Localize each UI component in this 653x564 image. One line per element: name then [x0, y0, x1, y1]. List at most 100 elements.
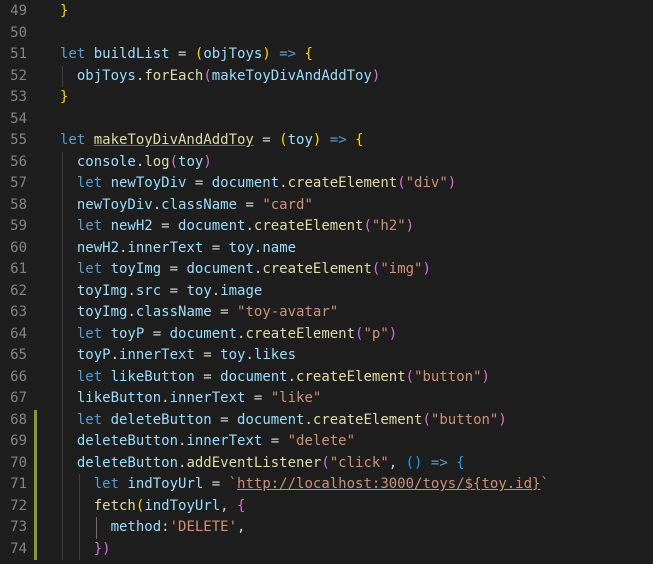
- code-token: likeButton: [110, 368, 195, 385]
- code-line[interactable]: 68 let deleteButton = document.createEle…: [0, 409, 653, 431]
- code-token: "click": [329, 454, 389, 471]
- line-number: 69: [10, 433, 27, 449]
- code-line[interactable]: 71 let indToyUrl = `http://localhost:300…: [0, 474, 653, 496]
- code-token: =: [211, 411, 238, 428]
- code-token: document: [237, 411, 305, 428]
- code-line[interactable]: 74 }): [0, 538, 653, 561]
- line-number: 54: [10, 110, 27, 127]
- code-token: toy: [178, 153, 204, 170]
- code-token: =: [194, 347, 221, 363]
- code-token: createElement: [262, 261, 372, 277]
- code-token: (: [363, 218, 372, 234]
- code-token: :: [161, 519, 170, 535]
- code-text: fetch(indToyUrl, {: [60, 496, 246, 518]
- code-line[interactable]: 62 toyImg.src = toy.image: [0, 281, 653, 303]
- code-token: (: [169, 153, 179, 170]
- code-token: forEach: [144, 67, 204, 84]
- line-number: 58: [10, 196, 27, 213]
- code-token: newToyDiv: [110, 175, 187, 191]
- code-line[interactable]: 73 method:'DELETE',: [0, 517, 653, 539]
- code-token: =: [194, 368, 221, 385]
- line-number: 68: [10, 411, 27, 428]
- code-line[interactable]: 53}: [0, 87, 653, 109]
- code-line[interactable]: 70 deleteButton.addEventListener("click"…: [0, 452, 653, 474]
- code-token: =: [152, 218, 179, 234]
- code-line[interactable]: 67 likeButton.innerText = "like": [0, 388, 653, 410]
- line-number: 62: [10, 282, 27, 299]
- code-line[interactable]: 50: [0, 23, 653, 45]
- code-line[interactable]: 65 toyP.innerText = toy.likes: [0, 345, 653, 367]
- line-number: 59: [10, 218, 27, 234]
- code-line[interactable]: 57 let newToyDiv = document.createElemen…: [0, 173, 653, 195]
- code-token: toy: [186, 282, 212, 299]
- git-modified-indicator: [34, 409, 37, 431]
- code-line[interactable]: 69 deleteButton.innerText = "delete": [0, 431, 653, 453]
- code-line[interactable]: 60 newH2.innerText = toy.name: [0, 238, 653, 260]
- code-token: createElement: [253, 218, 364, 234]
- code-text: toyP.innerText = toy.likes: [60, 345, 296, 367]
- code-line[interactable]: 59 let newH2 = document.createElement("h…: [0, 216, 653, 238]
- code-token: toy: [228, 239, 254, 256]
- code-token: (: [397, 175, 406, 191]
- code-token: document: [169, 325, 238, 342]
- code-token: name: [262, 239, 297, 256]
- code-line[interactable]: 54: [0, 109, 653, 131]
- code-line[interactable]: 58 newToyDiv.className = "card": [0, 195, 653, 217]
- code-line[interactable]: 51 let buildList = (objToys) => {: [0, 44, 653, 66]
- code-token: let: [76, 411, 111, 428]
- code-token: `: [228, 476, 238, 492]
- code-token: =: [161, 282, 187, 299]
- line-number: 56: [10, 153, 27, 170]
- code-token: objToys: [203, 46, 263, 62]
- code-token: innerText: [127, 239, 204, 256]
- code-token: (: [279, 132, 288, 148]
- line-number: 72: [10, 497, 27, 514]
- code-editor[interactable]: 49} 50 51 let buildList = (objToys) => {52 …: [0, 0, 653, 564]
- code-token: let: [76, 368, 111, 385]
- code-token: document: [220, 368, 288, 385]
- code-line[interactable]: 56 console.log(toy): [0, 152, 653, 174]
- code-token: toyImg: [110, 261, 162, 277]
- code-text: let newH2 = document.createElement("h2"): [60, 216, 414, 238]
- code-token: "img": [380, 261, 423, 277]
- code-line[interactable]: 61 let toyImg = document.createElement("…: [0, 259, 653, 281]
- line-number: 74: [10, 540, 27, 557]
- code-token: =: [186, 175, 212, 191]
- code-line[interactable]: 66 let likeButton = document.createEleme…: [0, 367, 653, 389]
- code-token: let: [76, 261, 111, 277]
- code-token: className: [161, 196, 238, 213]
- code-token: =: [169, 46, 195, 62]
- code-token: {: [304, 46, 313, 62]
- code-token: =>: [279, 46, 297, 62]
- code-text: }): [60, 539, 111, 561]
- code-line[interactable]: 64 let toyP = document.createElement("p"…: [0, 324, 653, 346]
- code-token: "toy-avatar": [237, 304, 339, 320]
- code-token: createElement: [312, 411, 423, 428]
- code-token: .: [127, 282, 136, 299]
- code-token: likes: [253, 347, 297, 363]
- line-number: 71: [10, 476, 27, 492]
- code-line[interactable]: 49}: [0, 1, 653, 23]
- code-line[interactable]: 63 toyImg.className = "toy-avatar": [0, 302, 653, 324]
- line-number: 52: [10, 67, 27, 84]
- code-token: ): [388, 325, 398, 342]
- code-line[interactable]: 72 fetch(indToyUrl, {: [0, 495, 653, 518]
- code-token: let: [60, 132, 94, 148]
- code-line[interactable]: 55 let makeToyDivAndAddToy = (toy) => {: [0, 130, 653, 152]
- code-token: .: [110, 347, 120, 363]
- code-token: http://localhost:3000/toys/${toy.id}: [237, 476, 541, 492]
- code-text: }: [60, 1, 68, 23]
- code-line[interactable]: 52 objToys.forEach(makeToyDivAndAddToy): [0, 66, 653, 88]
- line-number: 61: [10, 261, 27, 277]
- code-token: toy: [287, 132, 313, 148]
